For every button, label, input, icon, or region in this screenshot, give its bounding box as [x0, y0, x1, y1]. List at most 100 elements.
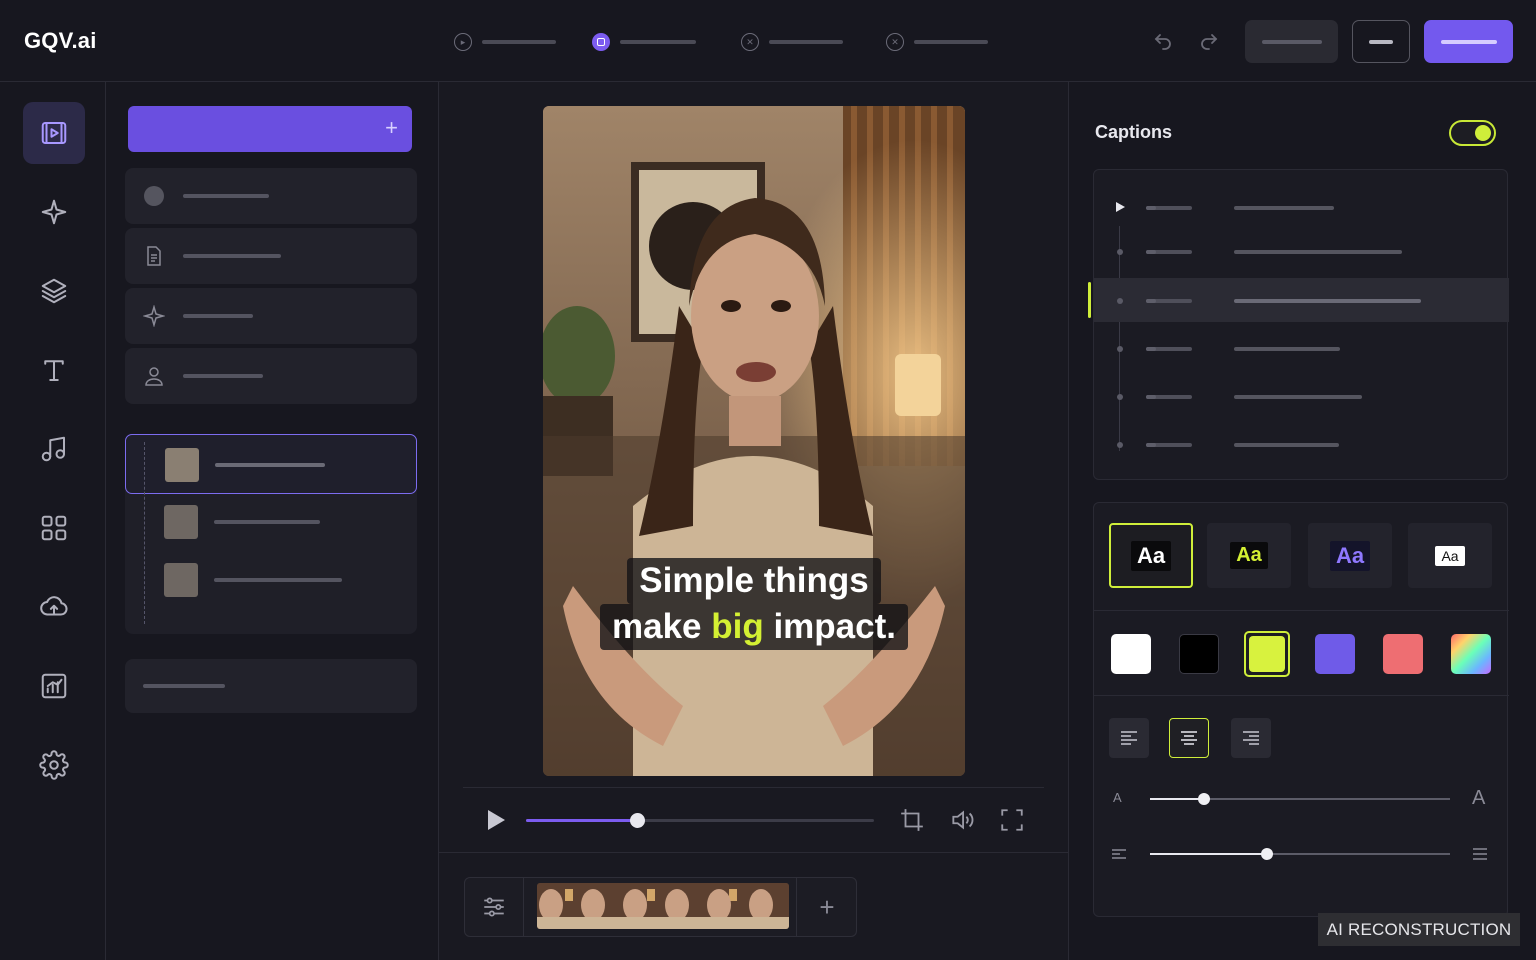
- outline-button[interactable]: [1352, 20, 1410, 63]
- caption-row[interactable]: [1094, 185, 1509, 229]
- step-1[interactable]: ▸: [454, 32, 556, 52]
- new-item-button[interactable]: +: [128, 106, 412, 152]
- size-slider[interactable]: [1150, 793, 1450, 805]
- caption-text: [1234, 443, 1339, 447]
- rail-upload[interactable]: [23, 576, 85, 638]
- sparkle-icon: [143, 305, 165, 327]
- caption-row[interactable]: [1094, 229, 1509, 273]
- item-label: [183, 254, 281, 258]
- slider-handle[interactable]: [1198, 793, 1210, 805]
- rail-grid[interactable]: [23, 497, 85, 559]
- slider-handle[interactable]: [1261, 848, 1273, 860]
- caption-row[interactable]: [1094, 326, 1509, 370]
- caption-time: [1146, 347, 1192, 351]
- crop-icon[interactable]: [899, 807, 925, 833]
- color-swatch-purple[interactable]: [1315, 634, 1355, 674]
- panel-item[interactable]: [125, 228, 417, 284]
- seek-bar[interactable]: [526, 813, 874, 828]
- swatch-fill: [1249, 636, 1285, 672]
- caption-time: [1146, 443, 1192, 447]
- rail-ai[interactable]: [23, 181, 85, 243]
- caption-time: [1146, 250, 1192, 254]
- timeline-clip[interactable]: [537, 883, 789, 929]
- scene-label: [214, 520, 320, 524]
- align-left-icon: [1121, 731, 1137, 745]
- caption-row[interactable]: [1094, 422, 1509, 466]
- item-label: [183, 374, 263, 378]
- redo-icon[interactable]: [1196, 28, 1222, 54]
- caption-dot: [1117, 346, 1123, 352]
- undo-icon[interactable]: [1150, 28, 1176, 54]
- step-label: [914, 40, 988, 44]
- play-icon[interactable]: [485, 808, 507, 832]
- caption-text: make: [612, 607, 712, 646]
- panel-item[interactable]: [125, 348, 417, 404]
- captions-toggle[interactable]: [1449, 120, 1496, 146]
- caption-dot: [1117, 249, 1123, 255]
- icon-rail: [0, 82, 106, 960]
- caption-line-2: make big impact.: [600, 604, 908, 650]
- fullscreen-icon[interactable]: [999, 807, 1025, 833]
- rail-settings[interactable]: [23, 734, 85, 796]
- pending-step-icon: ▸: [454, 33, 472, 51]
- primary-button[interactable]: [1424, 20, 1513, 63]
- color-swatch-lime[interactable]: [1244, 631, 1290, 677]
- rail-video[interactable]: [23, 102, 85, 164]
- caption-dot: [1117, 298, 1123, 304]
- panel-footer-item[interactable]: [125, 659, 417, 713]
- color-swatch-black[interactable]: [1179, 634, 1219, 674]
- align-center-button[interactable]: [1169, 718, 1209, 758]
- panel-item[interactable]: [125, 288, 417, 344]
- color-swatch-coral[interactable]: [1383, 634, 1423, 674]
- app-logo: GQV.ai: [24, 28, 97, 53]
- caption-row[interactable]: [1094, 374, 1509, 418]
- caption-highlight: big: [711, 607, 764, 646]
- color-swatch-gradient[interactable]: [1451, 634, 1491, 674]
- caption-time: [1146, 395, 1192, 399]
- align-right-button[interactable]: [1231, 718, 1271, 758]
- rail-text[interactable]: [23, 339, 85, 401]
- layers-icon: [41, 278, 67, 304]
- caption-row-active[interactable]: [1094, 278, 1509, 322]
- scene-row[interactable]: [125, 550, 417, 610]
- step-3[interactable]: ✕: [741, 32, 843, 52]
- add-clip-button[interactable]: +: [796, 878, 857, 936]
- panel-item[interactable]: [125, 168, 417, 224]
- chart-icon: [41, 673, 67, 699]
- item-label: [143, 684, 225, 688]
- preview-area: Simple things make big impact. +: [439, 82, 1068, 960]
- caption-overlay: Simple things make big impact.: [543, 558, 965, 650]
- error-step-icon: ✕: [886, 33, 904, 51]
- captions-title: Captions: [1095, 122, 1173, 142]
- align-left-button[interactable]: [1109, 718, 1149, 758]
- caption-text: [1234, 250, 1402, 254]
- style-preset-4[interactable]: Aa: [1408, 523, 1492, 588]
- scene-row[interactable]: [125, 492, 417, 552]
- timeline-settings-button[interactable]: [465, 878, 524, 936]
- rail-layers[interactable]: [23, 260, 85, 322]
- top-bar: GQV.ai ▸ ✕ ✕: [0, 0, 1536, 82]
- step-label: [769, 40, 843, 44]
- caption-text: [1234, 347, 1340, 351]
- secondary-button[interactable]: [1245, 20, 1338, 63]
- style-preset-3[interactable]: Aa: [1308, 523, 1392, 588]
- spacing-slider[interactable]: [1150, 848, 1450, 860]
- gear-icon: [39, 750, 69, 780]
- scene-row[interactable]: [125, 434, 417, 494]
- active-caption-marker: [1088, 282, 1091, 318]
- step-2[interactable]: [592, 32, 696, 52]
- grid-icon: [41, 515, 67, 541]
- color-swatch-white[interactable]: [1111, 634, 1151, 674]
- caption-style-panel: Aa Aa Aa Aa A A: [1093, 502, 1509, 917]
- align-center-icon: [1181, 731, 1197, 745]
- style-preset-2[interactable]: Aa: [1207, 523, 1291, 588]
- video-preview[interactable]: Simple things make big impact.: [543, 106, 965, 776]
- rail-analytics[interactable]: [23, 655, 85, 717]
- step-4[interactable]: ✕: [886, 32, 988, 52]
- active-step-icon: [592, 33, 610, 51]
- size-large-label: A: [1472, 787, 1486, 809]
- volume-icon[interactable]: [949, 807, 975, 833]
- style-preset-1[interactable]: Aa: [1109, 523, 1193, 588]
- rail-music[interactable]: [23, 418, 85, 480]
- seek-handle[interactable]: [630, 813, 646, 828]
